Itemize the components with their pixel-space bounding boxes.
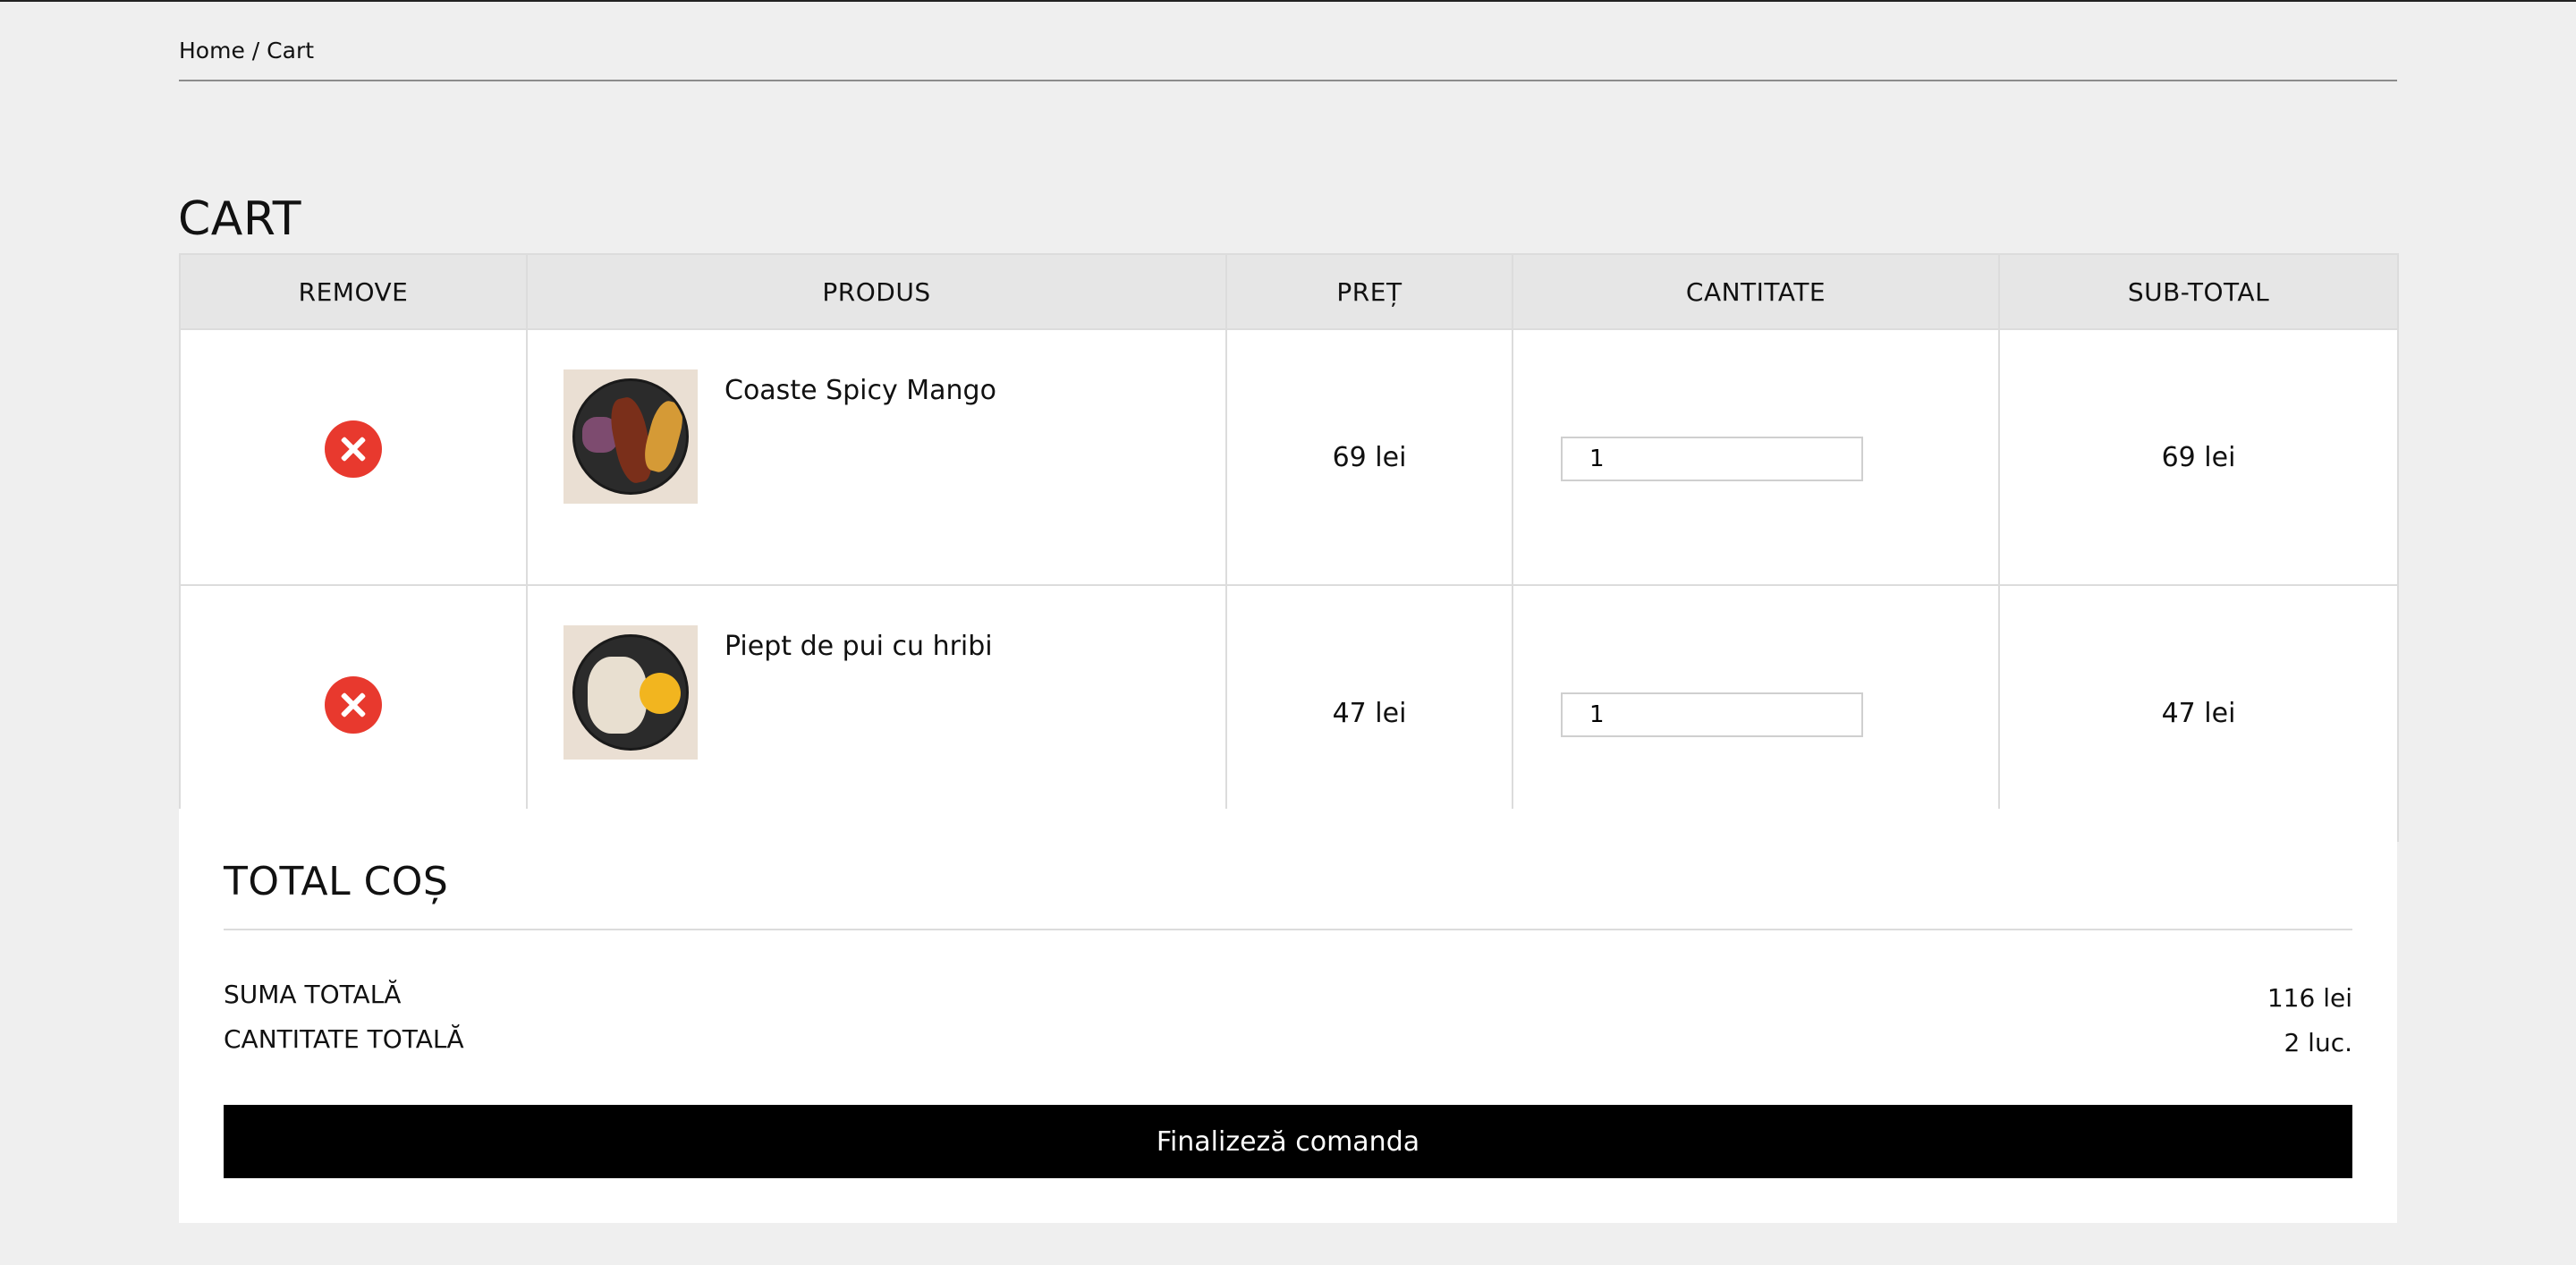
cart-totals-divider (224, 929, 2352, 930)
price-cell: 47 lei (1225, 584, 1513, 842)
product-name-link[interactable]: Coaste Spicy Mango (724, 375, 996, 406)
top-border (0, 0, 2576, 2)
breadcrumb-separator: / (251, 38, 260, 64)
table-row: Coaste Spicy Mango 69 lei 69 lei (179, 328, 2399, 586)
breadcrumb: Home / Cart (179, 38, 314, 64)
breadcrumb-divider (179, 80, 2397, 81)
header-remove: REMOVE (179, 253, 528, 330)
remove-cell (179, 584, 528, 842)
total-sum-value: 116 lei (2267, 983, 2352, 1013)
cart-totals-title: TOTAL COȘ (224, 859, 449, 904)
product-cell: Coaste Spicy Mango (526, 328, 1227, 586)
product-image[interactable] (564, 625, 698, 760)
cart-totals-panel: TOTAL COȘ SUMA TOTALĂ 116 lei CANTITATE … (179, 809, 2397, 1223)
breadcrumb-current: Cart (267, 38, 315, 64)
product-cell: Piept de pui cu hribi (526, 584, 1227, 842)
product-image[interactable] (564, 369, 698, 504)
header-product: PRODUS (526, 253, 1227, 330)
quantity-cell (1512, 584, 2000, 842)
total-quantity-label: CANTITATE TOTALĂ (224, 1024, 464, 1054)
product-name-link[interactable]: Piept de pui cu hribi (724, 631, 993, 662)
header-subtotal: SUB-TOTAL (1998, 253, 2399, 330)
quantity-cell (1512, 328, 2000, 586)
cart-table: REMOVE PRODUS PREȚ CANTITATE SUB-TOTAL C… (179, 253, 2399, 842)
quantity-input[interactable] (1561, 437, 1863, 481)
header-quantity: CANTITATE (1512, 253, 2000, 330)
subtotal-cell: 47 lei (1998, 584, 2399, 842)
remove-item-button[interactable] (325, 420, 382, 478)
remove-cell (179, 328, 528, 586)
page-title: CART (178, 191, 301, 246)
total-quantity-value: 2 luc. (2284, 1028, 2352, 1057)
table-row: Piept de pui cu hribi 47 lei 47 lei (179, 584, 2399, 842)
checkout-button[interactable]: Finalizeză comanda (224, 1105, 2352, 1178)
remove-item-button[interactable] (325, 676, 382, 734)
subtotal-cell: 69 lei (1998, 328, 2399, 586)
total-sum-label: SUMA TOTALĂ (224, 980, 402, 1009)
header-price: PREȚ (1225, 253, 1513, 330)
ribs-with-fries-plate-icon (572, 378, 689, 495)
price-cell: 69 lei (1225, 328, 1513, 586)
quantity-input[interactable] (1561, 692, 1863, 737)
table-header-row: REMOVE PRODUS PREȚ CANTITATE SUB-TOTAL (179, 253, 2399, 330)
chicken-with-mushrooms-plate-icon (572, 634, 689, 751)
breadcrumb-home-link[interactable]: Home (179, 38, 245, 64)
